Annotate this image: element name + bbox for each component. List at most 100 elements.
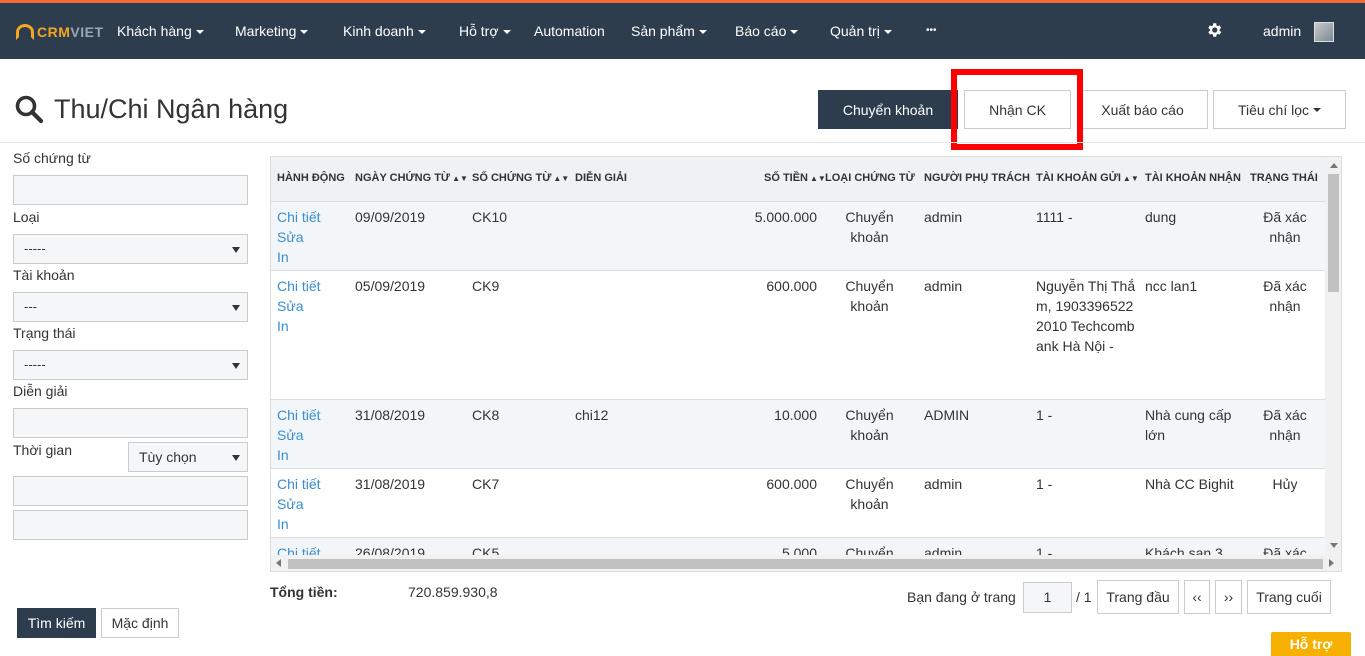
scroll-up-icon[interactable] (1330, 163, 1338, 168)
cell-to-account: ncc lan1 (1145, 278, 1198, 294)
col-to-account: TÀI KHOẢN NHẬN (1145, 172, 1241, 184)
edit-link[interactable]: Sửa (277, 227, 321, 247)
vertical-scroll-thumb[interactable] (1328, 174, 1339, 292)
horizontal-scrollbar[interactable] (271, 555, 1341, 571)
avatar[interactable] (1314, 22, 1334, 42)
nav-kinh-doanh[interactable]: Kinh doanh (343, 3, 426, 59)
transactions-table: HÀNH ĐỘNG NGÀY CHỨNG TỪ ▲▼ SỐ CHỨNG TỪ ▲▼ … (270, 156, 1342, 572)
type-select[interactable]: ----- (13, 234, 248, 264)
edit-link[interactable]: Sửa (277, 425, 321, 445)
col-owner: NGƯỜI PHỤ TRÁCH (924, 172, 1030, 184)
print-link[interactable]: In (277, 514, 321, 534)
cell-description: chi12 (575, 407, 609, 423)
cell-status: Hủy (1272, 476, 1298, 492)
cell-to-account: Nhà cung cấp lớn (1145, 407, 1232, 443)
nav-more[interactable]: ••• (926, 3, 937, 59)
detail-link[interactable]: Chi tiết (277, 474, 321, 494)
scroll-right-icon[interactable] (1329, 559, 1334, 567)
detail-link[interactable]: Chi tiết (277, 207, 321, 227)
print-link[interactable]: In (277, 316, 321, 336)
col-description: DIỄN GIẢI (575, 172, 627, 184)
next-page-button[interactable]: ›› (1215, 580, 1242, 614)
user-name[interactable]: admin (1263, 3, 1301, 59)
sort-icon: ▲▼ (553, 174, 570, 183)
logo-mark-icon (16, 24, 34, 40)
cell-status: Đã xác nhận (1263, 278, 1307, 314)
nav-bao-cao[interactable]: Báo cáo (735, 3, 799, 59)
sort-icon: ▲▼ (452, 174, 468, 183)
caret-down-icon (1313, 107, 1322, 112)
col-doc-no[interactable]: SỐ CHỨNG TỪ ▲▼ (472, 172, 569, 184)
account-label: Tài khoản (13, 267, 75, 283)
gear-icon[interactable] (1205, 21, 1223, 39)
divider (0, 142, 1365, 143)
logo-text: CRMVIET (37, 24, 104, 40)
row-actions: Chi tiết Sửa In (277, 207, 321, 267)
search-button[interactable]: Tìm kiếm (17, 608, 96, 638)
col-date[interactable]: NGÀY CHỨNG TỪ ▲▼ (355, 172, 468, 184)
edit-link[interactable]: Sửa (277, 494, 321, 514)
chevron-down-icon (232, 305, 240, 311)
nav-san-pham[interactable]: Sản phẩm (631, 3, 707, 59)
vertical-scrollbar[interactable] (1325, 157, 1341, 555)
table-row: Chi tiết Sửa In 31/08/2019 CK8 chi12 10.… (271, 400, 1326, 469)
nav-quan-tri[interactable]: Quản trị (830, 3, 892, 59)
cell-date: 31/08/2019 (355, 476, 426, 492)
date-to-input[interactable] (13, 510, 248, 540)
chevron-down-icon (232, 247, 240, 253)
horizontal-scroll-thumb[interactable] (288, 559, 1323, 569)
date-from-input[interactable] (13, 476, 248, 506)
cell-status: Đã xác nhận (1263, 407, 1307, 443)
cell-doc-type: Chuyển khoản (845, 278, 894, 314)
time-select[interactable]: Tùy chọn (128, 442, 248, 472)
total-label: Tổng tiền: (270, 584, 338, 600)
print-link[interactable]: In (277, 445, 321, 465)
type-label: Loại (13, 209, 40, 225)
detail-link[interactable]: Chi tiết (277, 276, 321, 296)
nav-marketing[interactable]: Marketing (235, 3, 309, 59)
scroll-left-icon[interactable] (276, 559, 281, 567)
nav-khach-hang[interactable]: Khách hàng (117, 3, 204, 59)
cell-date: 31/08/2019 (355, 407, 426, 423)
description-input[interactable] (13, 408, 248, 438)
scroll-down-icon[interactable] (1330, 543, 1338, 548)
description-label: Diễn giải (13, 383, 68, 399)
status-select[interactable]: ----- (13, 350, 248, 380)
nav-ho-tro[interactable]: Hỗ trợ (459, 3, 511, 59)
edit-link[interactable]: Sửa (277, 296, 321, 316)
table-header: HÀNH ĐỘNG NGÀY CHỨNG TỪ ▲▼ SỐ CHỨNG TỪ ▲▼ … (271, 157, 1326, 202)
col-from-account[interactable]: TÀI KHOẢN GỬI ▲▼ (1036, 172, 1139, 184)
caret-down-icon (698, 30, 707, 35)
caret-down-icon (502, 30, 511, 35)
chevron-down-icon (232, 455, 240, 461)
cell-owner: admin (924, 209, 963, 225)
last-page-button[interactable]: Trang cuối (1247, 580, 1331, 614)
filter-criteria-button[interactable]: Tiêu chí lọc (1213, 90, 1346, 129)
cell-date: 05/09/2019 (355, 278, 426, 294)
cell-doc-no: CK9 (472, 278, 500, 294)
print-link[interactable]: In (277, 247, 321, 267)
time-label: Thời gian (13, 442, 72, 458)
first-page-button[interactable]: Trang đầu (1097, 580, 1179, 614)
transfer-button[interactable]: Chuyển khoản (818, 90, 958, 129)
doc-no-input[interactable] (13, 175, 248, 205)
highlight-box (951, 69, 1083, 150)
default-button[interactable]: Mặc định (101, 608, 179, 638)
cell-owner: admin (924, 476, 963, 492)
caret-down-icon (300, 30, 309, 35)
detail-link[interactable]: Chi tiết (277, 405, 321, 425)
col-amount[interactable]: SỐ TIỀN ▲▼ (764, 172, 826, 184)
nav-automation[interactable]: Automation (534, 3, 605, 59)
account-select[interactable]: --- (13, 292, 248, 322)
page-number-input[interactable]: 1 (1023, 582, 1072, 613)
help-button[interactable]: Hỗ trợ (1271, 632, 1351, 656)
crmviet-logo[interactable]: CRMVIET (16, 22, 104, 42)
row-actions: Chi tiết Sửa In (277, 474, 321, 534)
prev-page-button[interactable]: ‹‹ (1184, 580, 1210, 614)
cell-doc-type: Chuyển khoản (845, 407, 894, 443)
chevron-down-icon (232, 363, 240, 369)
doc-no-label: Số chứng từ (13, 150, 91, 166)
table-row: Chi tiết Sửa In 09/09/2019 CK10 5.000.00… (271, 202, 1326, 271)
export-report-button[interactable]: Xuất báo cáo (1077, 90, 1208, 129)
row-actions: Chi tiết Sửa In (277, 405, 321, 465)
